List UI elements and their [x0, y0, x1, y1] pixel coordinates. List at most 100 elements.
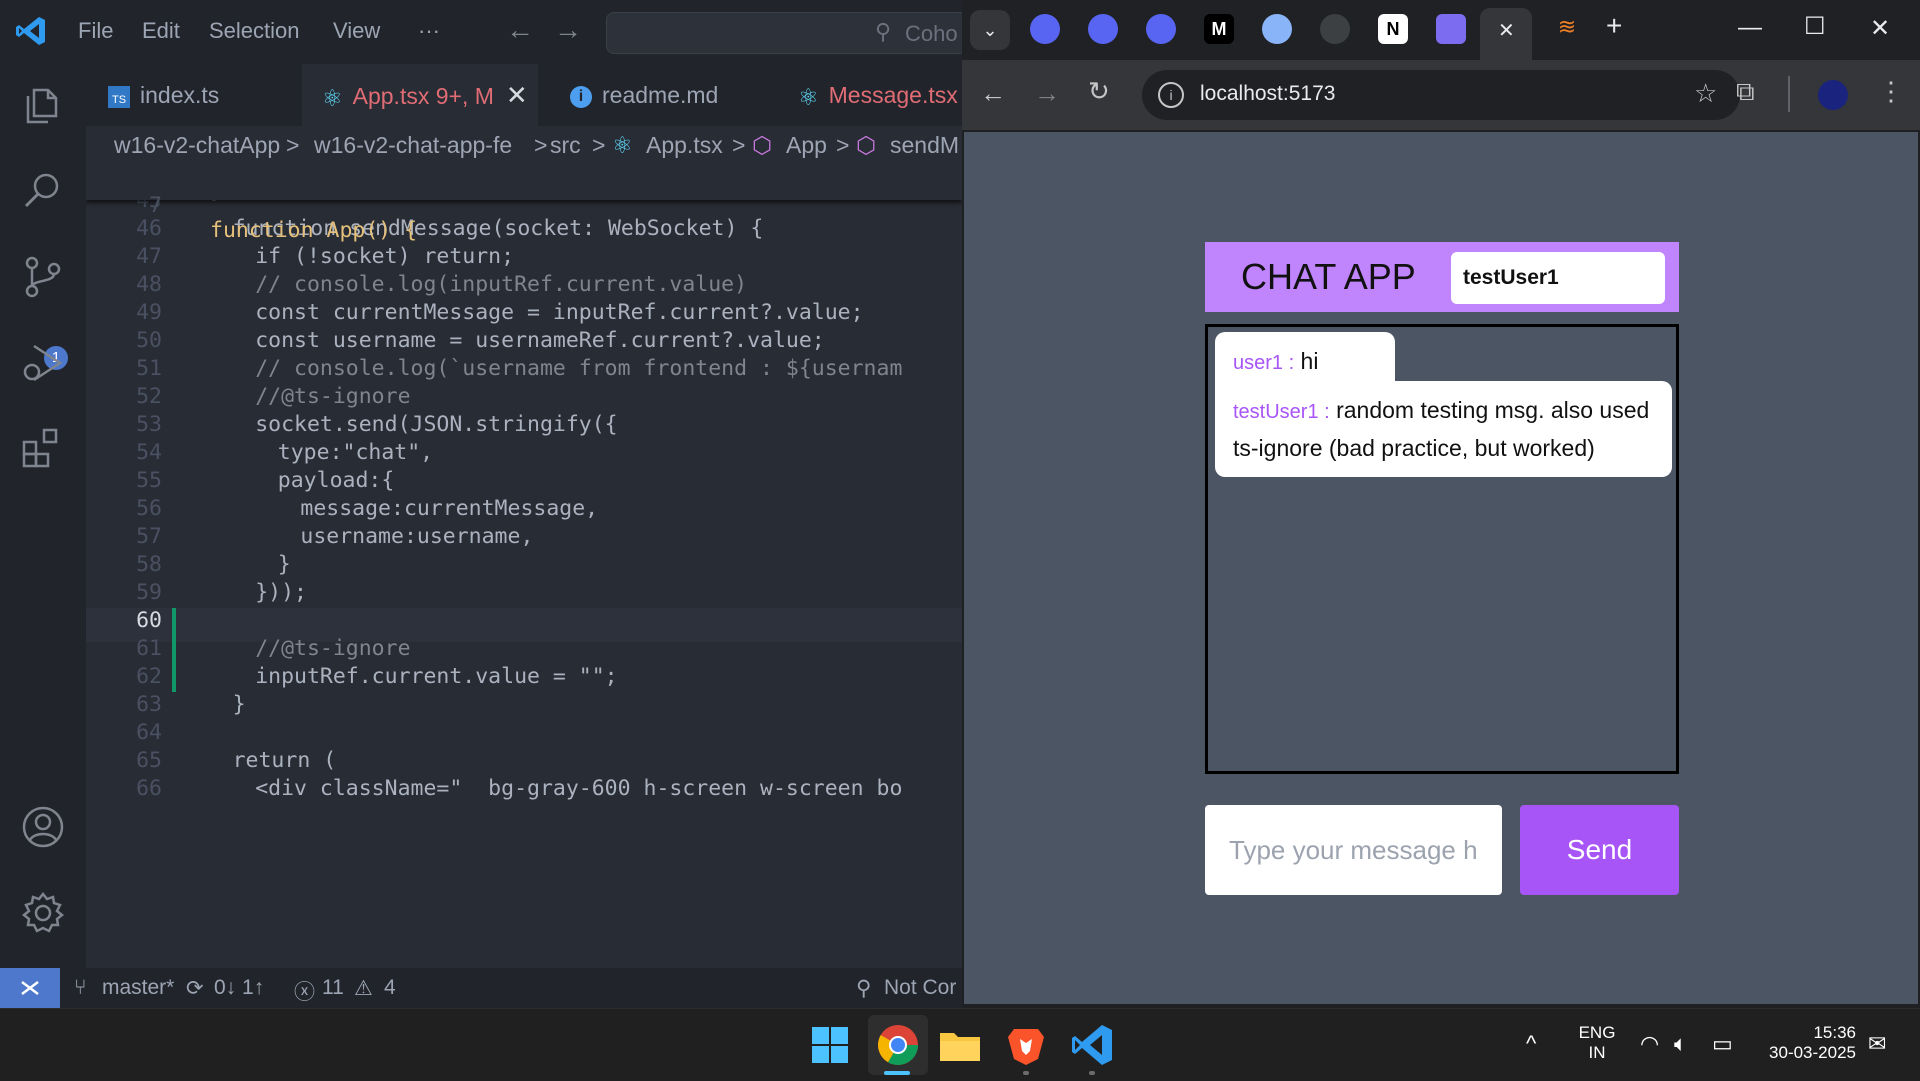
show-hidden-icons-icon[interactable]: ^ — [1526, 1031, 1536, 1057]
warning-count[interactable]: 4 — [384, 976, 396, 1000]
discord-tab-icon[interactable] — [1146, 14, 1176, 44]
react-icon: ⚛ — [612, 132, 633, 158]
reload-icon[interactable]: ↻ — [1088, 76, 1110, 107]
clock-time: 15:36 — [1813, 1023, 1856, 1042]
windows-start-icon[interactable] — [806, 1021, 854, 1069]
vscode-titlebar: File Edit Selection View ··· ← → ⚲ Coho — [0, 0, 968, 64]
extensions-icon[interactable]: ⧉ — [1736, 76, 1755, 108]
new-tab-icon[interactable]: + — [1606, 10, 1622, 42]
line-number: 56 — [136, 496, 162, 521]
medium-tab-icon[interactable]: M — [1204, 14, 1234, 44]
menu-file[interactable]: File — [78, 18, 113, 44]
maximize-icon[interactable]: ☐ — [1804, 12, 1826, 41]
line-number: 7 — [149, 193, 162, 218]
line-number: 60 — [136, 608, 162, 633]
close-window-icon[interactable]: ✕ — [1870, 14, 1890, 43]
breadcrumb-separator: > — [732, 132, 746, 158]
menu-view[interactable]: View — [333, 18, 380, 44]
vscode-taskbar-icon[interactable] — [1068, 1021, 1116, 1069]
tab-index-ts[interactable]: TS index.ts — [108, 64, 298, 126]
breadcrumb-item[interactable]: sendM — [890, 132, 959, 159]
tab-readme[interactable]: i readme.md — [570, 64, 750, 126]
remote-indicator[interactable] — [0, 968, 60, 1008]
message-input[interactable] — [1205, 805, 1502, 895]
run-debug-icon[interactable] — [20, 340, 66, 386]
line-number: 50 — [136, 328, 162, 353]
wifi-icon[interactable]: ◠ — [1640, 1031, 1659, 1057]
breadcrumb-item[interactable]: App.tsx — [646, 132, 723, 159]
search-icon[interactable] — [20, 168, 66, 214]
status-right[interactable]: Not Cor — [884, 976, 956, 1000]
breadcrumb-item[interactable]: App — [786, 132, 827, 159]
menu-kebab-icon[interactable]: ⋮ — [1878, 76, 1904, 107]
forward-icon[interactable]: → — [1034, 78, 1060, 109]
minimize-icon[interactable]: — — [1738, 14, 1762, 42]
clock[interactable]: 15:36 30-03-2025 — [1752, 1023, 1856, 1063]
line-number: 48 — [136, 272, 162, 297]
breadcrumb-item[interactable]: src — [550, 132, 581, 159]
menu-more[interactable]: ··· — [418, 18, 440, 44]
tab-app-tsx[interactable]: ⚛ App.tsx 9+, M ✕ — [302, 64, 538, 126]
vscode-logo-icon — [16, 17, 45, 45]
sticky-scroll[interactable]: 7 function App() { — [86, 168, 962, 243]
explorer-icon[interactable] — [20, 82, 66, 128]
forward-arrow-icon[interactable]: → — [554, 14, 582, 46]
breadcrumb-item[interactable]: w16-v2-chatApp — [114, 132, 280, 159]
error-count[interactable]: 11 — [322, 976, 344, 1000]
breadcrumb-separator: > — [286, 132, 300, 158]
warning-icon: ⚠ — [354, 977, 373, 1000]
discord-tab-icon[interactable] — [1088, 14, 1118, 44]
react-icon: ⚛ — [798, 83, 819, 110]
breadcrumb-item[interactable]: w16-v2-chat-app-fe — [314, 132, 512, 159]
settings-gear-icon[interactable] — [20, 890, 66, 936]
stackoverflow-tab-icon[interactable]: ≋ — [1552, 14, 1582, 44]
extensions-icon[interactable] — [20, 424, 66, 470]
symbol-icon: ⬡ — [856, 132, 877, 158]
running-indicator — [1089, 1071, 1095, 1075]
menu-edit[interactable]: Edit — [142, 18, 180, 44]
close-tab-icon[interactable]: ✕ — [1498, 18, 1515, 43]
brave-icon[interactable] — [1002, 1021, 1050, 1069]
code-text: username:username, — [300, 524, 534, 549]
tab-favicon-icon[interactable] — [1436, 14, 1466, 44]
chrome-icon[interactable] — [874, 1021, 922, 1069]
bookmark-star-icon[interactable]: ☆ — [1694, 78, 1717, 109]
react-icon: ⚛ — [322, 84, 343, 111]
back-arrow-icon[interactable]: ← — [506, 14, 534, 46]
code-text: } — [232, 692, 246, 717]
branch-name[interactable]: master* — [102, 976, 174, 1000]
line-number: 49 — [136, 300, 162, 325]
battery-icon[interactable]: ▭ — [1712, 1031, 1733, 1057]
notifications-icon[interactable]: ✉ — [1868, 1031, 1886, 1057]
messages-container: user1 : hi there testUser1 : random test… — [1205, 324, 1679, 774]
line-number: 54 — [136, 440, 162, 465]
line-number: 59 — [136, 580, 162, 605]
tab-search-icon[interactable]: ⌄ — [970, 10, 1010, 50]
notion-tab-icon[interactable]: N — [1378, 14, 1408, 44]
language-indicator[interactable]: ENG IN — [1570, 1023, 1624, 1063]
profile-avatar[interactable] — [1818, 80, 1848, 110]
command-center[interactable]: ⚲ Coho — [606, 12, 968, 54]
line-number: 65 — [136, 748, 162, 773]
discord-tab-icon[interactable] — [1030, 14, 1060, 44]
file-explorer-icon[interactable] — [936, 1021, 984, 1069]
address-bar[interactable]: i localhost:5173 ☆ — [1142, 70, 1740, 120]
source-control-icon[interactable] — [20, 254, 66, 300]
tab-message-tsx[interactable]: ⚛ Message.tsx — [798, 64, 968, 126]
profile-tab-icon[interactable] — [1320, 14, 1350, 44]
account-icon[interactable] — [20, 804, 66, 850]
code-editor[interactable]: }, []); 7 function App() { 4546function … — [86, 168, 962, 968]
username-input[interactable] — [1451, 252, 1665, 304]
site-info-icon[interactable]: i — [1158, 82, 1184, 108]
code-text: if (!socket) return; — [255, 244, 515, 269]
back-icon[interactable]: ← — [980, 78, 1006, 109]
volume-icon[interactable]: 🔈︎ — [1674, 1031, 1687, 1057]
vscode-window: File Edit Selection View ··· ← → ⚲ Coho … — [0, 0, 968, 1008]
send-button[interactable]: Send — [1520, 805, 1679, 895]
menu-selection[interactable]: Selection — [209, 18, 300, 44]
close-icon[interactable]: ✕ — [506, 80, 528, 110]
tab-favicon-icon[interactable] — [1262, 14, 1292, 44]
line-number: 52 — [136, 384, 162, 409]
active-tab[interactable]: ✕ — [1480, 8, 1532, 60]
sync-status[interactable]: 0↓ 1↑ — [214, 976, 264, 1000]
